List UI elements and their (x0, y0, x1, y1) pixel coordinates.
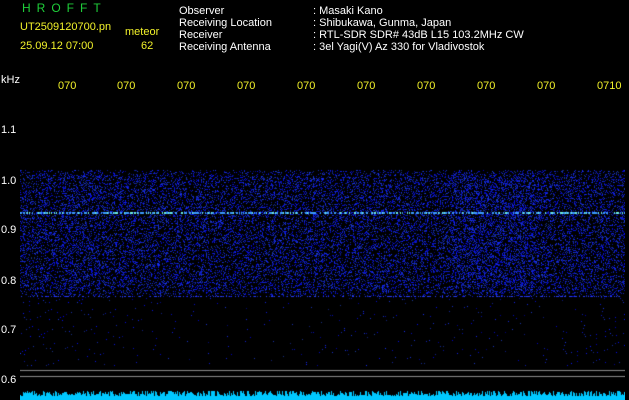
frequency-tick-label: 0.9 (1, 224, 17, 236)
frequency-tick-label: 0.7 (1, 324, 17, 336)
info-value-location: : Shibukawa, Gunma, Japan (313, 17, 452, 29)
time-tick-label: 070 (417, 80, 436, 92)
time-tick-label: 070 (58, 80, 77, 92)
time-tick-label: 070 (357, 80, 376, 92)
time-tick-label: 070 (177, 80, 196, 92)
frequency-tick-label: 1.1 (1, 124, 17, 136)
info-value-receiver: : RTL-SDR SDR# 43dB L15 103.2MHz CW (313, 29, 524, 41)
time-tick-label: 070 (117, 80, 136, 92)
info-value-antenna: : 3el Yagi(V) Az 330 for Vladivostok (313, 41, 485, 53)
frequency-tick-label: 0.8 (1, 275, 17, 287)
frequency-tick-label: 0.6 (1, 374, 17, 386)
info-label-antenna: Receiving Antenna (179, 41, 271, 53)
time-tick-label: 070 (477, 80, 496, 92)
spectrogram (20, 98, 625, 396)
time-tick-label: 070 (537, 80, 556, 92)
time-tick-label: 070 (237, 80, 256, 92)
time-tick-label: 070 (297, 80, 316, 92)
info-label-receiver: Receiver (179, 29, 223, 41)
filename-label: UT2509120700.pn (20, 21, 112, 33)
signal-level-bar (20, 390, 625, 400)
count-label: 62 (141, 40, 154, 52)
time-tick-label: 0710 (597, 80, 622, 92)
frequency-tick-label: 1.0 (1, 175, 17, 187)
info-label-observer: Observer (179, 5, 225, 17)
datetime-label: 25.09.12 07:00 (20, 40, 94, 52)
app-title: HROFFT (22, 1, 107, 15)
info-label-location: Receiving Location (179, 17, 272, 29)
info-value-observer: : Masaki Kano (313, 5, 383, 17)
mode-label: meteor (125, 26, 160, 38)
unit-label: kHz (1, 74, 20, 86)
